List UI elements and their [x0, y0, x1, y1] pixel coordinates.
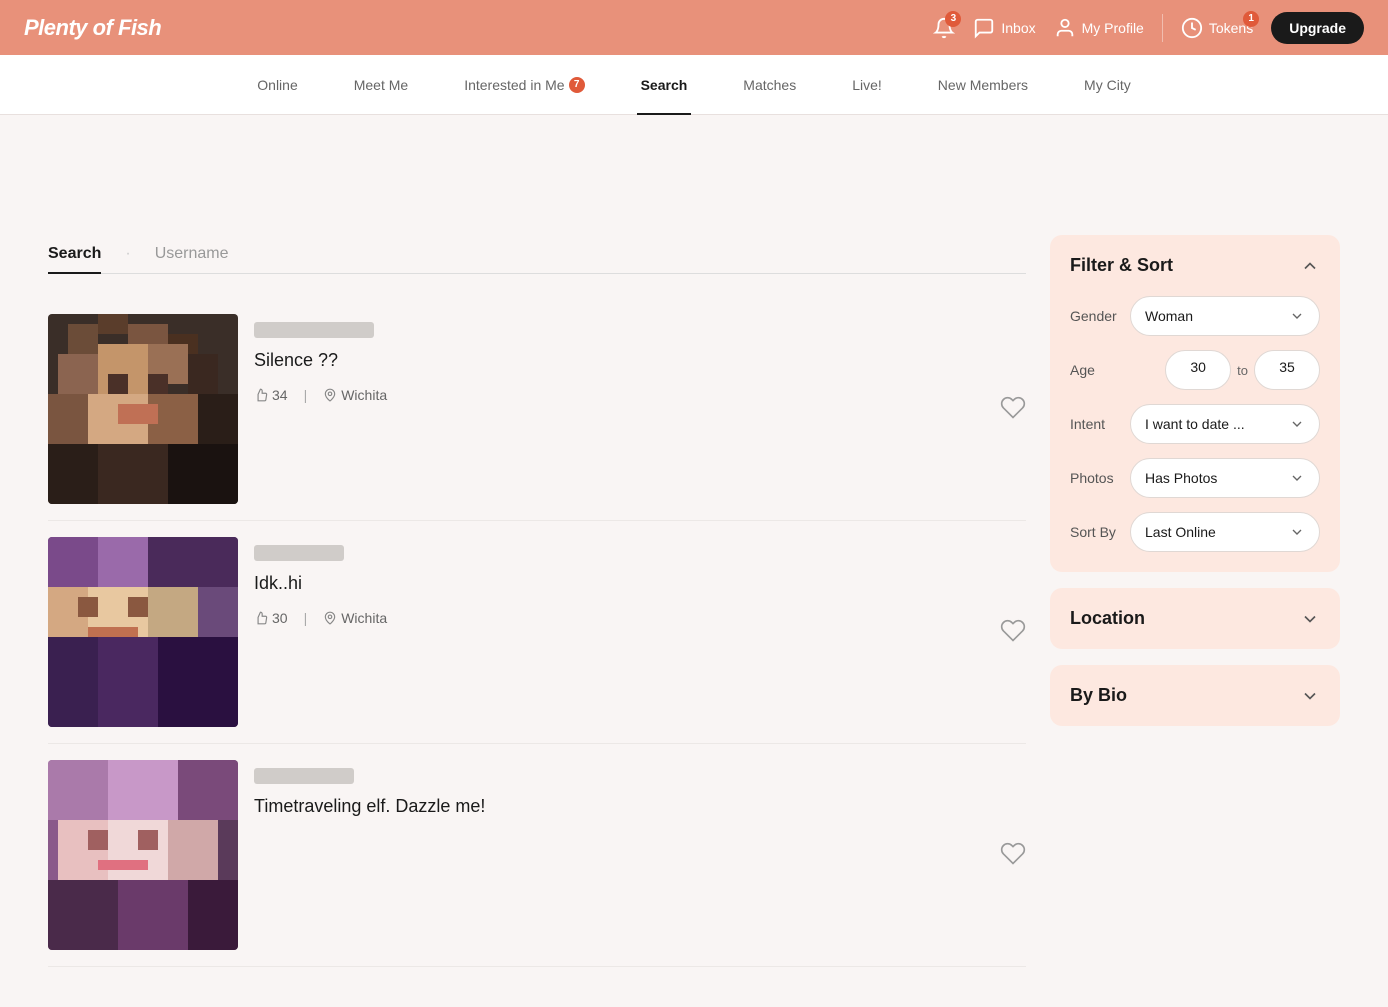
intent-chevron — [1289, 416, 1305, 432]
photos-label: Photos — [1070, 470, 1130, 486]
gender-chevron — [1289, 308, 1305, 324]
photos-select[interactable]: Has Photos — [1130, 458, 1320, 498]
header-actions: 3 Inbox My Profile 1 Tokens Upgrade — [933, 12, 1364, 44]
nav-interested-in-me[interactable]: Interested in Me 7 — [460, 55, 588, 115]
nav-live[interactable]: Live! — [848, 55, 886, 115]
sort-label: Sort By — [1070, 524, 1130, 540]
filter-photos-row: Photos Has Photos — [1070, 458, 1320, 498]
header-divider — [1162, 14, 1163, 42]
nav-search[interactable]: Search — [637, 55, 692, 115]
profile-username-blur-3 — [254, 768, 354, 784]
gender-select[interactable]: Woman — [1130, 296, 1320, 336]
filter-title: Filter & Sort — [1070, 255, 1173, 276]
photos-value: Has Photos — [1145, 470, 1217, 486]
profile-image-1[interactable] — [48, 314, 238, 504]
interested-badge: 7 — [569, 77, 585, 93]
profile-card-1: Silence ?? 34 | Wichita — [48, 298, 1026, 521]
gender-label: Gender — [1070, 308, 1130, 324]
profile-city-1: Wichita — [323, 387, 387, 403]
age-to-separator: to — [1237, 363, 1248, 378]
location-header: Location — [1070, 608, 1320, 629]
banner-area — [0, 115, 1388, 235]
like-button-3[interactable] — [1000, 841, 1026, 870]
notifications-badge: 3 — [945, 11, 961, 27]
inbox-label: Inbox — [1001, 20, 1035, 36]
bio-title: By Bio — [1070, 685, 1127, 706]
intent-value: I want to date ... — [1145, 416, 1245, 432]
nav-interested-label: Interested in Me — [464, 77, 564, 93]
sidebar: Filter & Sort Gender Woman Age 30 to 35 — [1050, 235, 1340, 967]
intent-select[interactable]: I want to date ... — [1130, 404, 1320, 444]
nav-matches[interactable]: Matches — [739, 55, 800, 115]
filter-intent-row: Intent I want to date ... — [1070, 404, 1320, 444]
tab-username[interactable]: Username — [155, 235, 229, 273]
search-tabs: Search · Username — [48, 235, 1026, 274]
nav-new-members[interactable]: New Members — [934, 55, 1032, 115]
profile-name-1: Silence ?? — [254, 350, 1026, 371]
nav-my-city[interactable]: My City — [1080, 55, 1135, 115]
age-label: Age — [1070, 362, 1130, 378]
profile-age-1: 34 — [254, 387, 288, 403]
age-range: 30 to 35 — [1165, 350, 1320, 390]
age-to-input[interactable]: 35 — [1254, 350, 1320, 390]
main-nav: Online Meet Me Interested in Me 7 Search… — [0, 55, 1388, 115]
notifications-button[interactable]: 3 — [933, 17, 955, 39]
tab-search[interactable]: Search — [48, 235, 101, 273]
sort-value: Last Online — [1145, 524, 1216, 540]
filter-panel: Filter & Sort Gender Woman Age 30 to 35 — [1050, 235, 1340, 572]
inbox-button[interactable]: Inbox — [973, 17, 1035, 39]
profile-image-2[interactable] — [48, 537, 238, 727]
intent-label: Intent — [1070, 416, 1130, 432]
profile-info-2: Idk..hi 30 | Wichita — [254, 537, 1026, 634]
profile-username-blur-2 — [254, 545, 344, 561]
profile-image-3[interactable] — [48, 760, 238, 950]
profile-meta-1: 34 | Wichita — [254, 387, 1026, 403]
sort-chevron — [1289, 524, 1305, 540]
filter-age-row: Age 30 to 35 — [1070, 350, 1320, 390]
filter-header: Filter & Sort — [1070, 255, 1320, 276]
sort-select[interactable]: Last Online — [1130, 512, 1320, 552]
tokens-button[interactable]: 1 Tokens — [1181, 17, 1253, 39]
like-button-2[interactable] — [1000, 618, 1026, 647]
location-panel: Location — [1050, 588, 1340, 649]
location-expand-icon[interactable] — [1300, 609, 1320, 629]
profile-city-2: Wichita — [323, 610, 387, 626]
brand-logo: Plenty of Fish — [24, 15, 161, 41]
main-content: Search · Username — [24, 235, 1364, 1007]
profile-meta-2: 30 | Wichita — [254, 610, 1026, 626]
age-from-input[interactable]: 30 — [1165, 350, 1231, 390]
filter-gender-row: Gender Woman — [1070, 296, 1320, 336]
my-profile-button[interactable]: My Profile — [1054, 17, 1144, 39]
filter-sort-row: Sort By Last Online — [1070, 512, 1320, 552]
my-profile-label: My Profile — [1082, 20, 1144, 36]
profile-info-1: Silence ?? 34 | Wichita — [254, 314, 1026, 411]
search-results: Search · Username — [48, 235, 1026, 967]
bio-expand-icon[interactable] — [1300, 686, 1320, 706]
profile-info-3: Timetraveling elf. Dazzle me! — [254, 760, 1026, 841]
profile-username-blur-1 — [254, 322, 374, 338]
location-title: Location — [1070, 608, 1145, 629]
profile-name-2: Idk..hi — [254, 573, 1026, 594]
like-button-1[interactable] — [1000, 395, 1026, 424]
profile-card-2: Idk..hi 30 | Wichita — [48, 521, 1026, 744]
tokens-badge: 1 — [1243, 11, 1259, 27]
filter-collapse-icon[interactable] — [1300, 256, 1320, 276]
gender-value: Woman — [1145, 308, 1193, 324]
upgrade-button[interactable]: Upgrade — [1271, 12, 1364, 44]
nav-meet-me[interactable]: Meet Me — [350, 55, 412, 115]
bio-header: By Bio — [1070, 685, 1320, 706]
bio-panel: By Bio — [1050, 665, 1340, 726]
tab-separator: · — [125, 245, 130, 263]
photos-chevron — [1289, 470, 1305, 486]
header: Plenty of Fish 3 Inbox My Profile 1 Toke… — [0, 0, 1388, 55]
profile-name-3: Timetraveling elf. Dazzle me! — [254, 796, 1026, 817]
nav-online[interactable]: Online — [253, 55, 301, 115]
profile-age-2: 30 — [254, 610, 288, 626]
profile-card-3: Timetraveling elf. Dazzle me! — [48, 744, 1026, 967]
